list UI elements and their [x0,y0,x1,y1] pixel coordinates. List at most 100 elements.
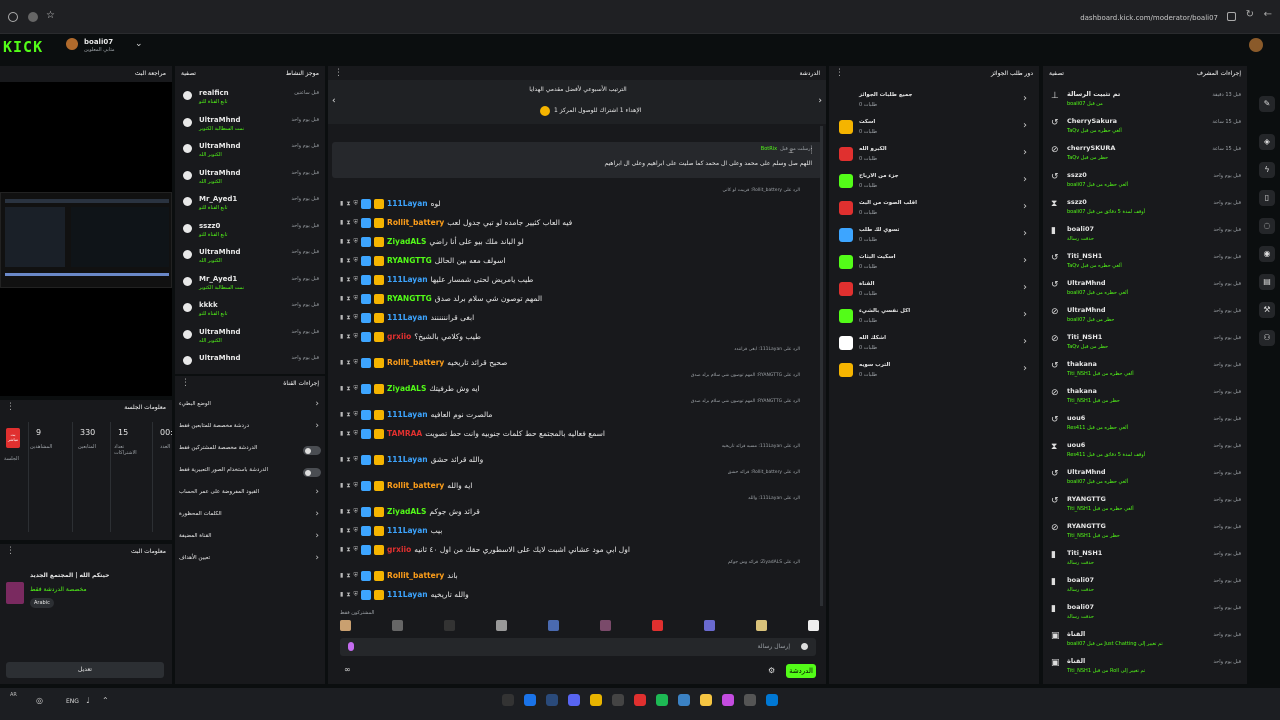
shield-icon[interactable]: ⛨ [354,200,359,208]
pinned-banner[interactable]: الترتيب الأسبوعي لأفضل مقدمي الهدايا الإ… [328,80,826,124]
chat-input[interactable]: إرسال رسالة [340,638,816,656]
broadcast-icon[interactable]: ◉ [1259,246,1275,262]
reward-item[interactable]: جزء من الارباح طلبات 0 › [829,169,1039,194]
chat-username[interactable]: 111Layan [387,410,428,419]
mod-action-item[interactable]: ⧗ sszz0 أوقف لمدة 5 دقائق من قبل boali07 قب… [1043,196,1247,222]
timeout-icon[interactable]: ⧗ [346,333,350,341]
activity-item[interactable]: realficn تابع القناة للتو قبل ساعتين [175,86,325,113]
chat-username[interactable]: RYANGTTG [387,294,432,303]
pin-icon[interactable]: ⊥ [788,147,794,155]
chat-message[interactable]: ▮ ⧗ ⛨ TAMRAA اسمع فعاليه بالمجتمع حط كلمات ج… [340,425,820,442]
chat-username[interactable]: ZiyadALS [387,384,426,393]
timeout-icon[interactable]: ⧗ [346,456,350,464]
setting-item[interactable]: الدردشة باستخدام الصور التعبيرية فقط [175,462,325,482]
timeout-icon[interactable]: ⧗ [346,572,350,580]
shield-icon[interactable]: ⛨ [354,546,359,554]
setting-item[interactable]: القناة المضيفة › [175,528,325,548]
timeout-icon[interactable]: ⧗ [346,546,350,554]
timeout-icon[interactable]: ⧗ [346,257,350,265]
chat-username[interactable]: Rollit_battery [387,358,444,367]
timeout-icon[interactable]: ⧗ [346,527,350,535]
mod-action-item[interactable]: ▣ القناة تم تغيير إلى Just Chatting من قبل… [1043,628,1247,654]
activity-item[interactable]: UltraMhnd الكتوبر الله قبل يوم واحد [175,245,325,272]
mod-action-item[interactable]: ⧗ uou6 أوقف لمدة 5 دقائق من قبل Res411 قبل … [1043,439,1247,465]
chat-message[interactable]: ▮ ⧗ ⛨ ZiyadALS ايه وش طرفيتك [340,380,820,397]
chat-message[interactable]: ▮ ⧗ ⛨ 111Layan طيب يامريض لحتى شمسار عليها [340,271,820,288]
chat-username[interactable]: RYANGTTG [387,256,432,265]
spotify-icon[interactable] [656,694,668,706]
language-indicator[interactable]: ENG [66,698,79,705]
timeout-icon[interactable]: ⧗ [346,591,350,599]
shield-icon[interactable]: ⛨ [354,591,359,599]
avatar[interactable] [66,38,78,50]
chat-message[interactable]: ▮ ⧗ ⛨ Rollit_battery فيه العاب كثيير جامده ل… [340,214,820,231]
activity-item[interactable]: UltraMhnd نمت السطالبة الكتوبر قبل يوم واح… [175,113,325,140]
filter-button[interactable]: تصفية [1049,70,1064,77]
reward-item[interactable]: اسكت طلبات 0 › [829,115,1039,140]
chevron-up-icon[interactable]: ⌃ [102,696,109,705]
trash-icon[interactable]: ▮ [340,359,343,366]
chat-username[interactable]: 111Layan [387,590,428,599]
shield-icon[interactable]: ⛨ [354,572,359,580]
app-icon[interactable] [634,694,646,706]
folder-icon[interactable] [700,694,712,706]
trash-icon[interactable]: ▮ [340,591,343,598]
pencil-icon[interactable]: ✎ [1259,96,1275,112]
mod-action-item[interactable]: ↺ UltraMhnd ألغي حظره من قبل boali07 قبل يو… [1043,277,1247,303]
shield-icon[interactable]: ⛨ [354,333,359,341]
archive-icon[interactable]: ▤ [1259,274,1275,290]
chat-message[interactable]: ▮ ⧗ ⛨ Rollit_battery باند [340,567,820,584]
trash-icon[interactable]: ▮ [340,546,343,553]
profile-avatar[interactable] [1249,38,1263,52]
setting-item[interactable]: الكلمات المحظورة › [175,506,325,526]
chat-username[interactable]: ZiyadALS [387,237,426,246]
bolt-icon[interactable]: ϟ [1259,162,1275,178]
mod-action-item[interactable]: ⊘ RYANGTTG حظر من قبل Titi_NSH1 قبل يوم واح… [1043,520,1247,546]
trash-icon[interactable]: ▮ [340,527,343,534]
trash-icon[interactable]: ▮ [340,276,343,283]
trash-icon[interactable]: ▮ [340,385,343,392]
chat-username[interactable]: 111Layan [387,313,428,322]
shield-icon[interactable]: ⛨ [354,527,359,535]
chevron-left-icon[interactable]: ‹ [332,96,336,106]
mod-action-item[interactable]: ⊘ thakana حظر من قبل Titi_NSH1 قبل يوم واحد [1043,385,1247,411]
setting-item[interactable]: الدردشة مخصصة للمشتركين فقط [175,440,325,460]
emote-icon[interactable] [704,620,715,631]
activity-item[interactable]: UltraMhnd قبل يوم واحد [175,351,325,374]
emote-icon[interactable] [340,620,351,631]
trash-icon[interactable]: ▮ [340,456,343,463]
mod-action-item[interactable]: ↺ RYANGTTG ألغي حظره من قبل Titi_NSH1 قبل ي… [1043,493,1247,519]
trash-icon[interactable]: ▮ [340,219,343,226]
app-icon[interactable] [722,694,734,706]
more-icon[interactable]: ⋮ [808,147,815,155]
timeout-icon[interactable]: ⧗ [346,295,350,303]
mic-icon[interactable]: ♩ [86,696,90,705]
reward-item[interactable]: اشكك الله طلبات 0 › [829,331,1039,356]
trash-icon[interactable]: ▮ [340,238,343,245]
trash-icon[interactable]: ▮ [340,430,343,437]
mic-icon[interactable] [348,642,354,651]
discord-icon[interactable] [568,694,580,706]
search-icon[interactable] [502,694,514,706]
shield-icon[interactable]: ⛨ [354,295,359,303]
shield-icon[interactable]: ⛨ [354,219,359,227]
gear-icon[interactable]: ⚙ [768,666,775,675]
timeout-icon[interactable]: ⧗ [346,508,350,516]
trash-icon[interactable]: ▮ [340,333,343,340]
mod-action-item[interactable]: ↺ Titi_NSH1 ألغي حظره من قبل TaQv قبل يوم و… [1043,250,1247,276]
chat-username[interactable]: 111Layan [387,199,428,208]
mod-action-item[interactable]: ▮ Titi_NSH1 حذفت رسالة قبل يوم واحد [1043,547,1247,573]
chat-message[interactable]: ▮ ⧗ ⛨ 111Layan ابغى قرانننننند [340,309,820,326]
trash-icon[interactable]: ▮ [340,508,343,515]
mod-action-item[interactable]: ↺ UltraMhnd ألغي حظره من قبل boali07 قبل يو… [1043,466,1247,492]
timeout-icon[interactable]: ⧗ [346,314,350,322]
reward-item[interactable]: اسكيت البثات طلبات 0 › [829,250,1039,275]
chat-message[interactable]: ▮ ⧗ ⛨ Rollit_battery صحيح قرائد تاريخيه [340,354,820,371]
emote-icon[interactable] [496,620,507,631]
chat-message[interactable]: ▮ ⧗ ⛨ RYANGTTG المهم توصون شي سلام برلد صدق [340,290,820,307]
chat-username[interactable]: grxiio [387,545,411,554]
edit-button[interactable]: تعديل [6,662,164,678]
address-bar[interactable]: dashboard.kick.com/moderator/boali07 [1080,14,1218,22]
mod-action-item[interactable]: ⊘ Titi_NSH1 حظر من قبل TaQv قبل يوم واحد [1043,331,1247,357]
emote-icon[interactable] [808,620,819,631]
